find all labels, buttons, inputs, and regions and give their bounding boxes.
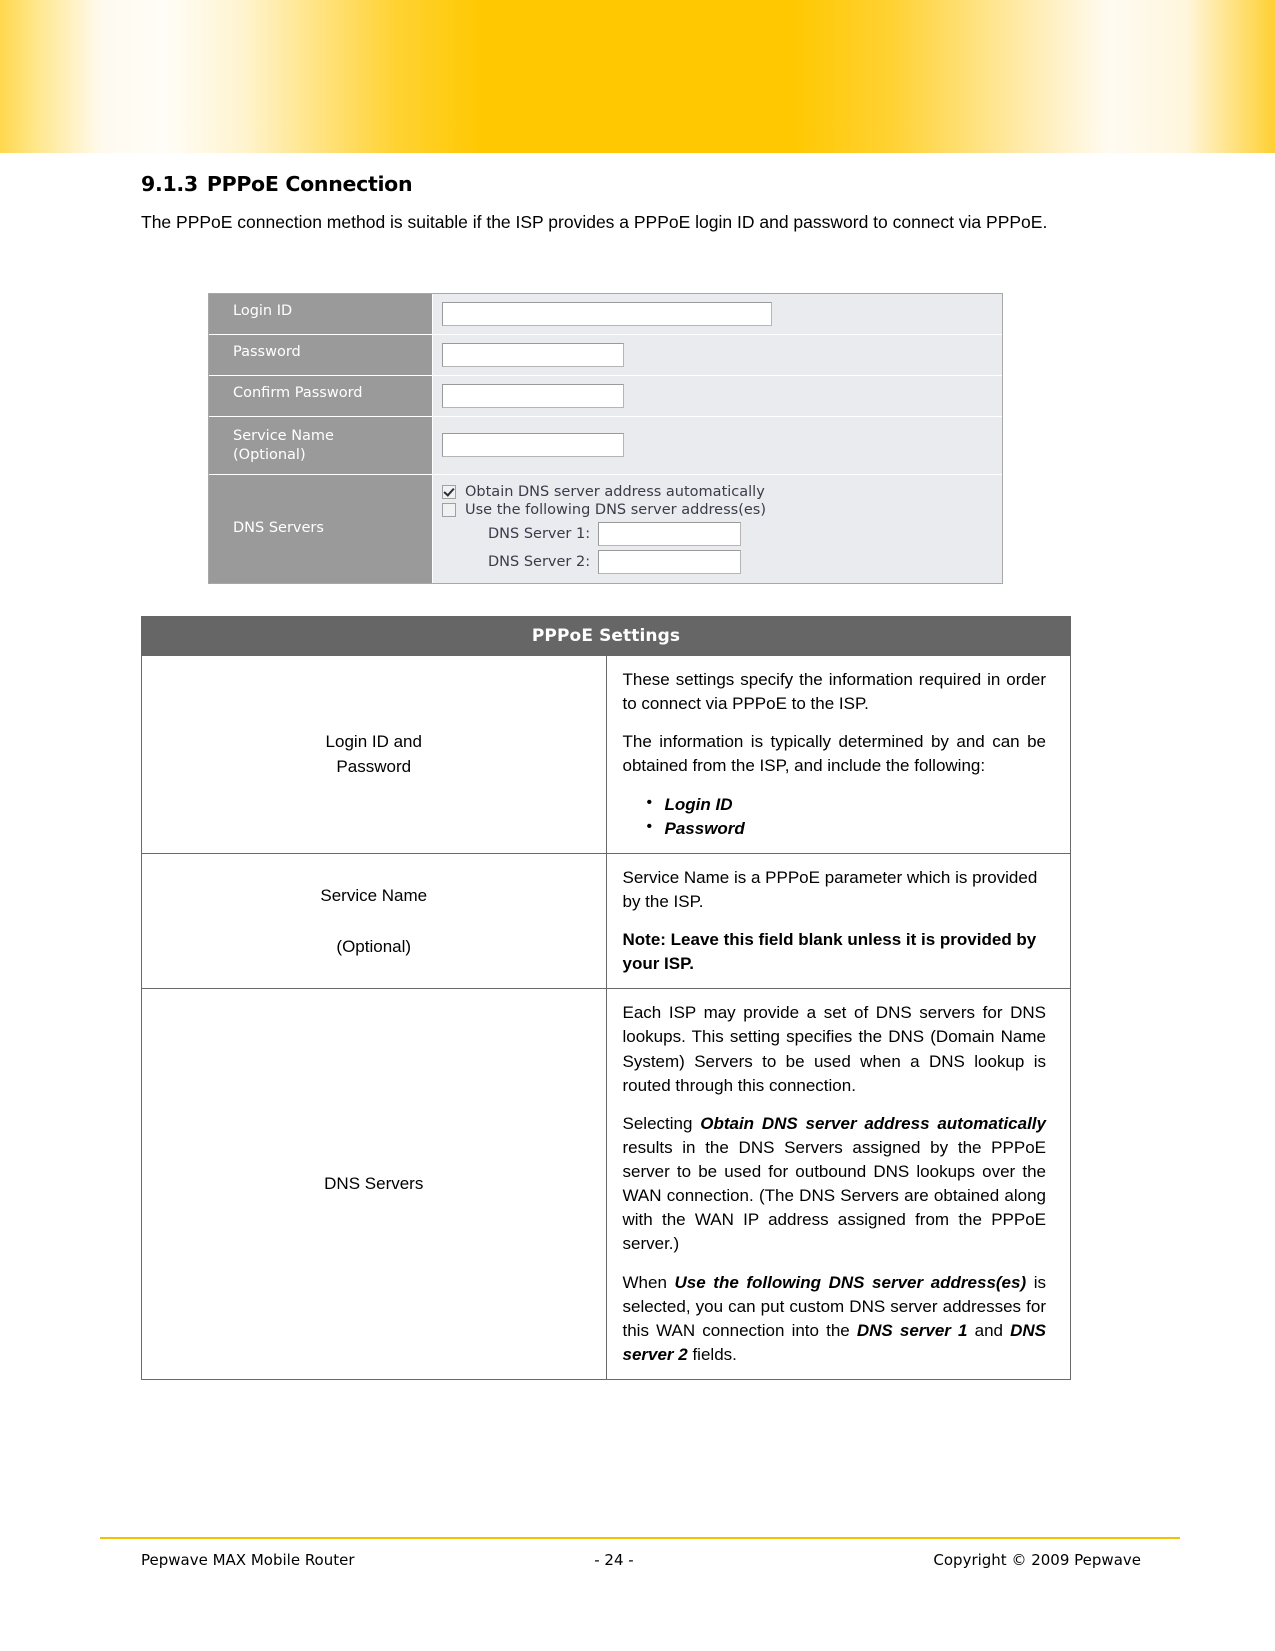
- form-row-login-id: Login ID: [209, 294, 1002, 335]
- dns-server-2-input[interactable]: [598, 549, 742, 574]
- login-desc-bullet-list: Login ID Password: [623, 791, 1047, 841]
- dns-server-1-input[interactable]: [598, 521, 742, 546]
- checkbox-unchecked-icon[interactable]: [442, 502, 456, 517]
- service-name-label-line1: Service Name: [233, 428, 334, 444]
- pppoe-settings-form-screenshot: Login ID Password Confirm Password Servi…: [208, 293, 1003, 584]
- form-row-confirm-password: Confirm Password: [209, 376, 1002, 417]
- table-title: PPPoE Settings: [141, 616, 1071, 656]
- table-row: DNS Servers Each ISP may provide a set o…: [141, 988, 1071, 1380]
- section-number: 9.1.3: [141, 172, 198, 196]
- service-name-label-line2: (Optional): [233, 447, 306, 464]
- login-id-input[interactable]: [442, 302, 772, 326]
- login-desc-para-2: The information is typically determined …: [622, 732, 1047, 776]
- dns-desc-para-1: Each ISP may provide a set of DNS server…: [622, 1003, 1047, 1095]
- service-name-input[interactable]: [442, 433, 624, 458]
- service-name-note: Note: Leave this field blank unless it i…: [622, 930, 1037, 974]
- form-row-dns-servers: DNS Servers Obtain DNS server address au…: [209, 474, 1002, 583]
- row-head-dns-servers: DNS Servers: [141, 988, 607, 1380]
- page-top-banner: [0, 0, 1275, 153]
- password-field-cell: [433, 335, 1002, 375]
- dns-para2-emphasis: Obtain DNS server address automatically: [700, 1113, 1046, 1133]
- service-name-field-cell: [433, 417, 1002, 474]
- dns-auto-option[interactable]: Obtain DNS server address automatically: [442, 484, 1002, 500]
- section-title-text: PPPoE Connection: [206, 172, 413, 196]
- dns-para3-suffix: fields.: [687, 1344, 737, 1364]
- page-footer: Pepwave MAX Mobile Router - 24 - Copyrig…: [141, 1551, 1141, 1569]
- dns-server-1-row: DNS Server 1:: [442, 521, 1002, 546]
- row-head-login-id-and-password: Login ID and Password: [141, 655, 607, 854]
- dns-desc-para-3: When Use the following DNS server addres…: [623, 1271, 1047, 1368]
- row-body-dns-servers: Each ISP may provide a set of DNS server…: [605, 988, 1071, 1380]
- pppoe-settings-description-table: PPPoE Settings Login ID and Password The…: [141, 616, 1071, 1380]
- row-head-line1: Login ID and: [325, 731, 422, 751]
- row-head-line2: (Optional): [336, 936, 412, 956]
- section-content: 9.1.3 PPPoE Connection The PPPoE connecti…: [141, 172, 1071, 235]
- service-name-desc-para: Service Name is a PPPoE parameter which …: [622, 867, 1038, 911]
- dns-para3-conj: and: [967, 1320, 1011, 1340]
- confirm-password-label: Confirm Password: [209, 376, 433, 416]
- dns-para3-emphasis: Use the following DNS server address(es): [674, 1272, 1027, 1292]
- row-head-line1: Service Name: [320, 885, 428, 905]
- footer-product-name: Pepwave MAX Mobile Router: [141, 1551, 355, 1569]
- login-id-field-cell: [433, 294, 1002, 334]
- checkbox-checked-icon[interactable]: [442, 484, 456, 499]
- dns-server-2-label: DNS Server 2:: [488, 553, 591, 570]
- login-desc-para-1: These settings specify the information r…: [622, 670, 1047, 714]
- dns-para2-prefix: Selecting: [622, 1113, 701, 1133]
- confirm-password-field-cell: [433, 376, 1002, 416]
- dns-servers-label: DNS Servers: [209, 474, 433, 583]
- dns-auto-option-label: Obtain DNS server address automatically: [465, 483, 765, 500]
- form-row-service-name: Service Name (Optional): [209, 417, 1002, 475]
- table-header-row: PPPoE Settings: [141, 616, 1071, 656]
- footer-page-number: - 24 -: [594, 1551, 634, 1569]
- dns-server-1-label: DNS Server 1:: [488, 525, 591, 542]
- row-body-login-id-and-password: These settings specify the information r…: [605, 655, 1071, 854]
- row-head-line1: DNS Servers: [324, 1174, 424, 1194]
- list-item: Login ID: [647, 791, 1047, 817]
- dns-para3-prefix: When: [622, 1272, 675, 1292]
- dns-manual-option-label: Use the following DNS server address(es): [465, 501, 766, 518]
- row-body-service-name: Service Name is a PPPoE parameter which …: [605, 852, 1071, 990]
- form-row-password: Password: [209, 335, 1002, 376]
- password-label: Password: [209, 335, 433, 375]
- confirm-password-input[interactable]: [442, 384, 624, 408]
- login-id-label: Login ID: [209, 294, 433, 334]
- dns-para2-suffix: results in the DNS Servers assigned by t…: [622, 1137, 1047, 1254]
- dns-server-2-row: DNS Server 2:: [442, 549, 1002, 574]
- table-row: Login ID and Password These settings spe…: [141, 655, 1071, 854]
- table-row: Service Name (Optional) Service Name is …: [141, 852, 1071, 990]
- page-body: 9.1.3 PPPoE Connection The PPPoE connecti…: [0, 153, 1275, 1651]
- row-head-line2: Password: [336, 757, 412, 777]
- intro-paragraph: The PPPoE connection method is suitable …: [141, 211, 1048, 232]
- dns-manual-option[interactable]: Use the following DNS server address(es): [442, 502, 1002, 518]
- password-input[interactable]: [442, 343, 624, 367]
- dns-servers-field-cell: Obtain DNS server address automatically …: [433, 474, 1002, 583]
- footer-copyright: Copyright © 2009 Pepwave: [933, 1551, 1141, 1569]
- dns-para3-emphasis-2: DNS server 1: [856, 1320, 968, 1340]
- row-head-service-name: Service Name (Optional): [141, 852, 607, 990]
- dns-desc-para-2: Selecting Obtain DNS server address auto…: [623, 1112, 1047, 1257]
- service-name-label: Service Name (Optional): [209, 417, 433, 474]
- list-item: Password: [647, 816, 1047, 841]
- footer-divider: [100, 1537, 1180, 1539]
- page-title: 9.1.3 PPPoE Connection: [141, 172, 1071, 197]
